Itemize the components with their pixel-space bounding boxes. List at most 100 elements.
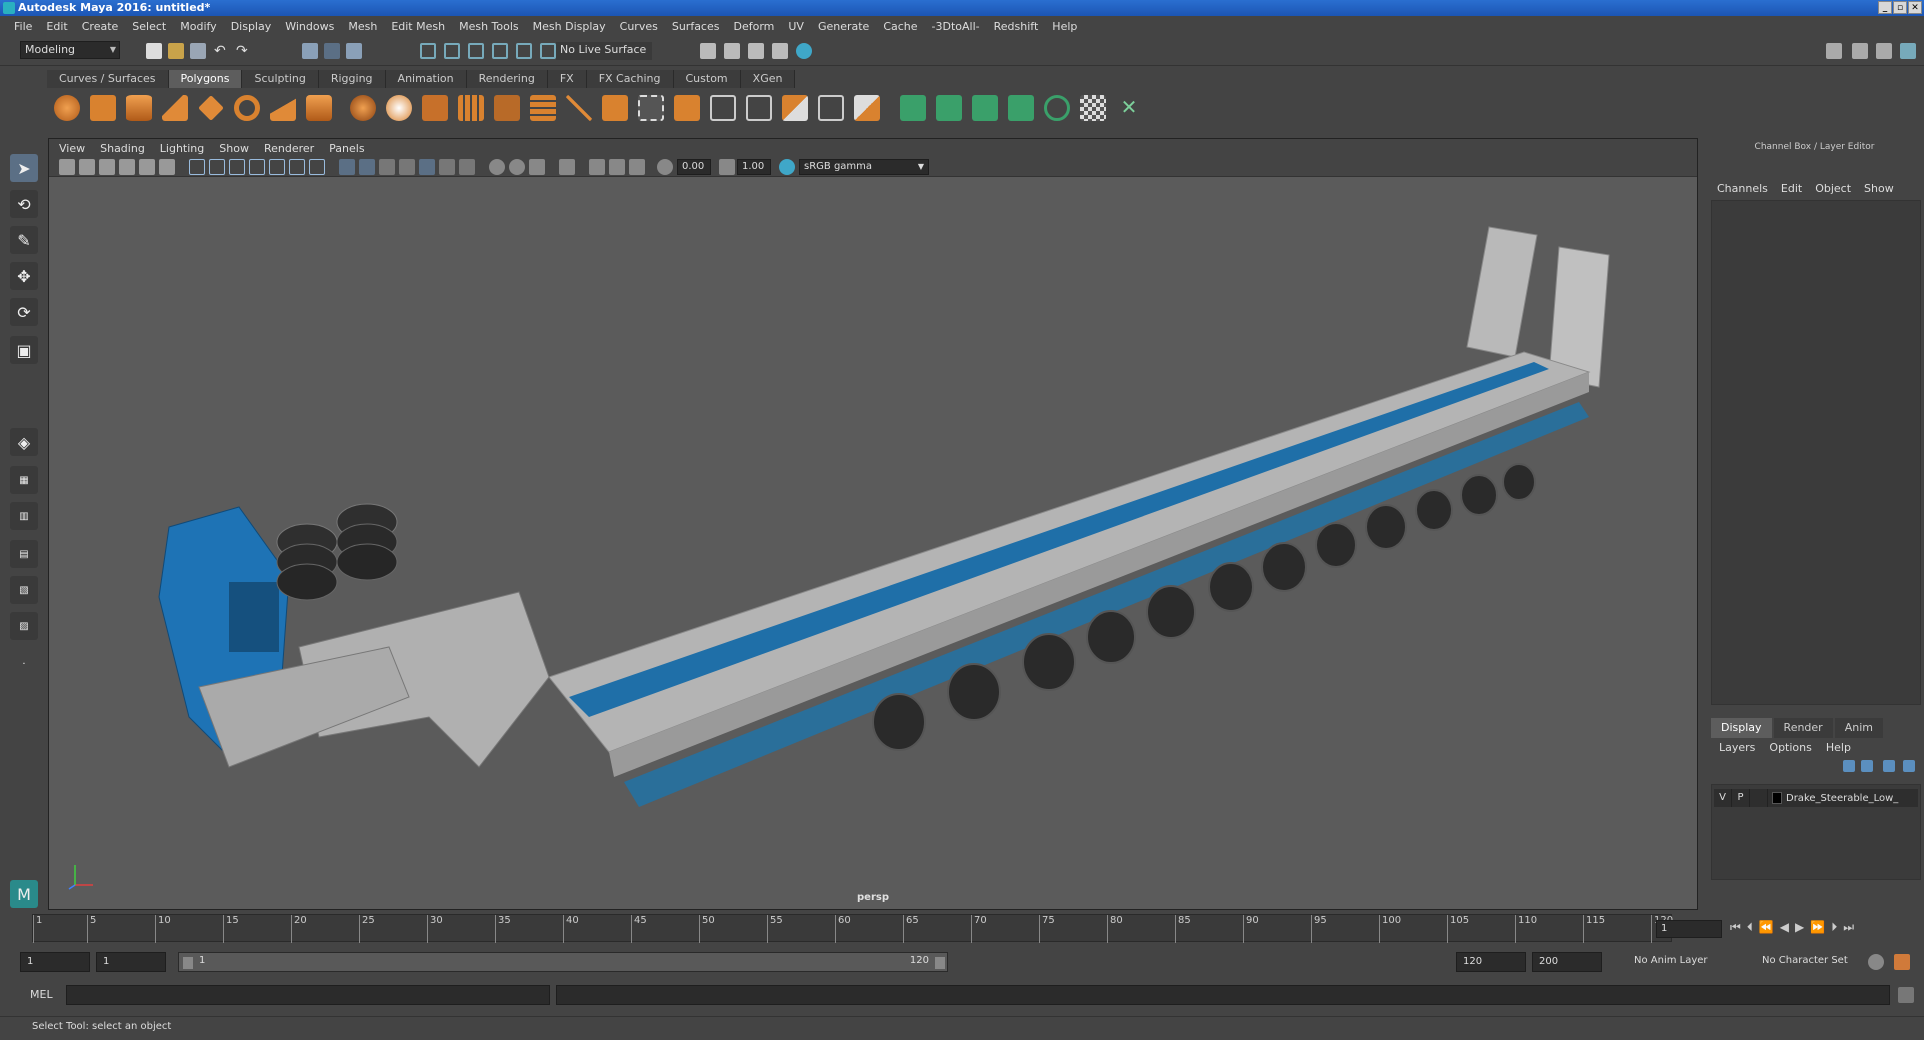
use-all-lights-icon[interactable] [439,159,455,175]
shadows-icon[interactable] [459,159,475,175]
shelf-tab-polygons[interactable]: Polygons [168,70,243,88]
grease-pencil-icon[interactable] [159,159,175,175]
layer-tab-render[interactable]: Render [1773,718,1833,738]
le-menu-options[interactable]: Options [1769,741,1811,754]
safe-title-icon[interactable] [309,159,325,175]
menu-mesh[interactable]: Mesh [348,20,377,33]
anim-layer-dropdown[interactable]: No Anim Layer [1628,952,1728,972]
menu-help[interactable]: Help [1052,20,1077,33]
playback-start-field[interactable]: 1 [96,952,166,972]
film-gate-icon[interactable] [209,159,225,175]
color-space-dropdown[interactable]: sRGB gamma ▼ [799,159,929,175]
snap-point-icon[interactable] [468,43,484,59]
time-ruler[interactable]: 1 5 10 15 20 25 30 35 40 45 50 55 60 65 … [32,914,1673,943]
select-component-icon[interactable] [346,43,362,59]
poly-cube-icon[interactable] [90,95,116,121]
shelf-tab-xgen[interactable]: XGen [740,70,796,88]
color-management-icon[interactable] [779,159,795,175]
menu-deform[interactable]: Deform [733,20,774,33]
shelf-tab-fx-caching[interactable]: FX Caching [586,70,674,88]
quad-draw-icon[interactable] [818,95,844,121]
smooth-shade-icon[interactable] [359,159,375,175]
layer-color-swatch[interactable] [1772,792,1782,804]
play-forwards-icon[interactable]: ▶ [1795,920,1804,935]
menu-curves[interactable]: Curves [620,20,658,33]
live-surface-field[interactable]: No Live Surface [556,42,652,60]
step-back-key-icon[interactable]: ⏪ [1759,920,1774,935]
menu-uv[interactable]: UV [788,20,804,33]
play-backwards-icon[interactable]: ◀ [1780,920,1789,935]
render-view-icon[interactable] [796,43,812,59]
insert-edge-loop-icon[interactable] [638,95,664,121]
hypershade-layout-icon[interactable]: ▧ [10,576,38,604]
range-start-handle[interactable] [183,957,193,969]
new-layer-selected-icon[interactable] [1903,760,1915,772]
shelf-tab-sculpting[interactable]: Sculpting [242,70,319,88]
hypershade-icon[interactable] [772,43,788,59]
close-button[interactable]: ✕ [1908,1,1922,14]
camera-select-icon[interactable] [59,159,75,175]
minimize-button[interactable]: _ [1878,1,1892,14]
bookmark-icon[interactable] [99,159,115,175]
cb-menu-object[interactable]: Object [1815,182,1851,195]
menu-edit-mesh[interactable]: Edit Mesh [391,20,445,33]
script-editor-icon[interactable] [1898,987,1914,1003]
perspective-outliner-layout-icon[interactable]: ▥ [10,502,38,530]
channel-box-area[interactable] [1711,200,1921,705]
menu-mesh-tools[interactable]: Mesh Tools [459,20,519,33]
modeling-toolkit-icon[interactable] [1826,43,1842,59]
cb-menu-show[interactable]: Show [1864,182,1894,195]
channel-box-icon[interactable] [1900,43,1916,59]
layer-visibility-toggle[interactable]: V [1714,789,1732,807]
poly-cylinder-icon[interactable] [126,95,152,121]
combine-icon[interactable] [350,95,376,121]
range-end-handle[interactable] [935,957,945,969]
merge-icon[interactable] [854,95,880,121]
cylindrical-uv-icon[interactable] [936,95,962,121]
maximize-button[interactable]: ▫ [1893,1,1907,14]
menu-mesh-display[interactable]: Mesh Display [533,20,606,33]
scale-tool-icon[interactable]: ▣ [10,336,38,364]
textured-icon[interactable] [419,159,435,175]
smooth-icon[interactable] [458,95,484,121]
menu-edit[interactable]: Edit [46,20,67,33]
auto-key-icon[interactable] [1868,954,1884,970]
scene-start-field[interactable]: 1 [20,952,90,972]
multi-cut-icon[interactable] [710,95,736,121]
snap-live-icon[interactable] [516,43,532,59]
step-forward-key-icon[interactable]: ⏩ [1810,920,1825,935]
select-hierarchy-icon[interactable] [302,43,318,59]
layer-name[interactable]: Drake_Steerable_Low_ [1786,793,1898,804]
exposure-icon[interactable] [657,159,673,175]
shelf-tab-curves-surfaces[interactable]: Curves / Surfaces [47,70,169,88]
menu-create[interactable]: Create [82,20,119,33]
vp-menu-lighting[interactable]: Lighting [160,142,204,155]
safe-action-icon[interactable] [289,159,305,175]
shelf-tab-fx[interactable]: FX [547,70,587,88]
lasso-tool-icon[interactable]: ⟲ [10,190,38,218]
render-frame-icon[interactable] [700,43,716,59]
unfold-uv-icon[interactable] [1044,95,1070,121]
xray-active-components-icon[interactable] [609,159,625,175]
separate-icon[interactable] [386,95,412,121]
move-tool-icon[interactable]: ✥ [10,262,38,290]
vp-menu-renderer[interactable]: Renderer [264,142,314,155]
motion-blur-icon[interactable] [509,159,525,175]
camera-attributes-icon[interactable] [79,159,95,175]
outliner-layout-icon[interactable]: ▨ [10,612,38,640]
layer-tab-display[interactable]: Display [1711,718,1772,738]
four-view-layout-icon[interactable]: ▦ [10,466,38,494]
bridge-icon[interactable] [566,95,592,121]
rotate-tool-icon[interactable]: ⟳ [10,298,38,326]
menu-cache[interactable]: Cache [883,20,917,33]
snap-projected-icon[interactable] [540,43,556,59]
transfer-attributes-icon[interactable]: ✕ [1116,95,1142,121]
gamma-icon[interactable] [719,159,735,175]
cb-menu-channels[interactable]: Channels [1717,182,1768,195]
gamma-field[interactable]: 1.00 [737,159,771,175]
vp-menu-view[interactable]: View [59,142,85,155]
command-language-label[interactable]: MEL [30,988,53,1001]
mirror-icon[interactable] [422,95,448,121]
isolate-select-icon[interactable] [559,159,575,175]
menu-windows[interactable]: Windows [285,20,334,33]
